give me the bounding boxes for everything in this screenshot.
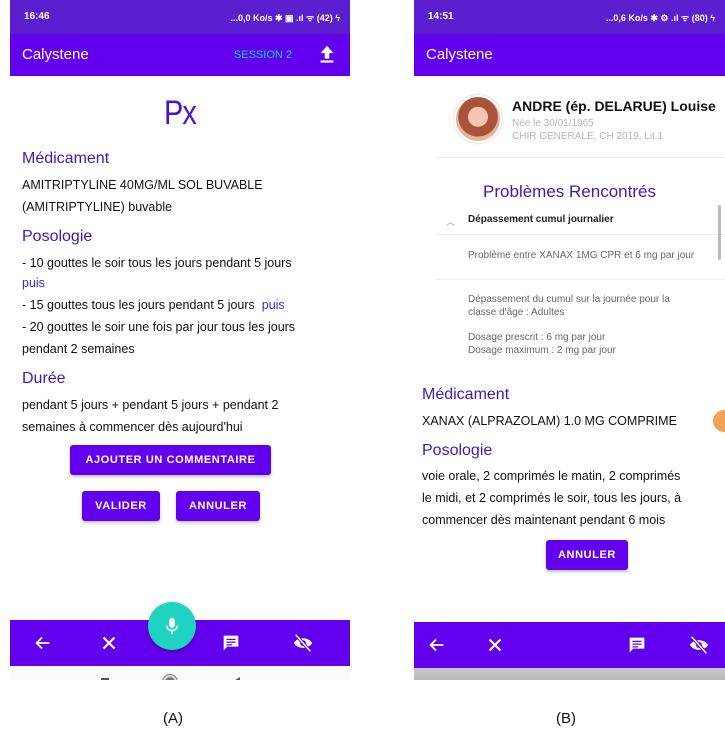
posologie-line-3: commencer dès maintenant pendant 6 mois (422, 513, 666, 527)
session-button[interactable]: SESSION 2 (234, 49, 292, 61)
duree-line-1: pendant 5 jours + pendant 5 jours + pend… (22, 398, 279, 412)
caption-b: (B) (556, 710, 576, 727)
back-arrow-icon[interactable] (32, 632, 54, 654)
status-time: 14:51 (428, 11, 454, 22)
patient-location: CHIR GENERALE, CH 2019, Lit 1 (512, 131, 664, 142)
caption-a: (A) (163, 710, 183, 727)
dose-maximum: Dosage maximum : 2 mg par jour (468, 345, 616, 356)
patient-name: ANDRE (ép. DELARUE) Louise (512, 98, 716, 114)
message-icon[interactable] (626, 634, 648, 656)
bottom-navigation (414, 622, 725, 668)
patient-birth: Née le 30/01/1965 (512, 118, 594, 129)
posologie-puis-1: puis (22, 276, 45, 290)
status-indicators: ...0,0 Ko/s ✱ ▣ .ıl ᯤ (42) ϟ (230, 13, 340, 23)
eye-off-icon[interactable] (292, 632, 314, 654)
divider (436, 279, 725, 280)
posologie-line-2-text: - 15 gouttes tous les jours pendant 5 jo… (22, 298, 255, 312)
validate-button[interactable]: VALIDER (82, 491, 160, 521)
page-title: Px (163, 94, 197, 132)
dose-prescribed: Dosage prescrit : 6 mg par jour (468, 332, 606, 343)
phone-b-screen: 14:51 ...0,6 Ko/s ✱ ⚙ .ıl ᯤ (80) ϟ Calys… (414, 0, 725, 680)
problem-card-header[interactable]: ︿ Dépassement cumul journalier (436, 205, 725, 235)
problem-description-1: Dépassement du cumul sur la journée pour… (468, 294, 670, 305)
add-comment-button[interactable]: AJOUTER UN COMMENTAIRE (70, 445, 271, 475)
problem-description-2: classe d'âge : Adultes (468, 307, 565, 318)
posologie-line-1: - 10 gouttes le soir tous les jours pend… (22, 256, 292, 270)
medicament-heading: Médicament (22, 150, 110, 167)
triangle-back-icon[interactable] (232, 677, 240, 680)
square-icon[interactable] (101, 678, 109, 680)
medicament-line-2: (AMITRIPTYLINE) buvable (22, 200, 173, 214)
status-bar: 16:46 ...0,0 Ko/s ✱ ▣ .ıl ᯤ (42) ϟ (10, 0, 350, 34)
medicament-heading: Médicament (422, 386, 510, 403)
phone-a-screen: 16:46 ...0,0 Ko/s ✱ ▣ .ıl ᯤ (42) ϟ Calys… (10, 0, 350, 680)
posologie-line-4: pendant 2 semaines (22, 342, 135, 356)
app-title: Calystene (22, 46, 89, 63)
chevron-up-icon: ︿ (446, 217, 456, 227)
cancel-button[interactable]: ANNULER (176, 491, 260, 521)
app-title: Calystene (426, 46, 493, 63)
microphone-icon (165, 617, 179, 635)
problem-detail: Problème entre XANAX 1MG CPR et 6 mg par… (468, 250, 695, 261)
status-indicators: ...0,6 Ko/s ✱ ⚙ .ıl ᯤ (80) ϟ (605, 13, 715, 23)
posologie-line-1: voie orale, 2 comprimés le matin, 2 comp… (422, 469, 681, 483)
message-icon[interactable] (220, 632, 242, 654)
circle-icon[interactable] (163, 675, 177, 680)
posologie-heading: Posologie (422, 442, 493, 459)
problem-section-label: Dépassement cumul journalier (468, 214, 614, 225)
status-bar: 14:51 ...0,6 Ko/s ✱ ⚙ .ıl ᯤ (80) ϟ (414, 0, 725, 34)
system-navigation (414, 668, 725, 680)
posologie-line-2: le midi, et 2 comprimés le soir, tous le… (422, 491, 682, 505)
problems-title: Problèmes Rencontrés (483, 182, 656, 201)
cancel-button[interactable]: ANNULER (546, 540, 628, 570)
microphone-fab[interactable] (148, 602, 196, 650)
posologie-line-2: - 15 gouttes tous les jours pendant 5 jo… (22, 294, 342, 316)
posologie-puis-2: puis (261, 298, 285, 312)
divider (436, 157, 725, 158)
medicament-line-1: AMITRIPTYLINE 40MG/ML SOL BUVABLE (22, 178, 263, 192)
back-arrow-icon[interactable] (426, 634, 448, 656)
medicament-line-1: XANAX (ALPRAZOLAM) 1.0 MG COMPRIME (422, 414, 677, 428)
posologie-heading: Posologie (22, 228, 93, 245)
patient-avatar (454, 95, 502, 143)
app-bar: Calystene SESSION 2 (10, 34, 350, 76)
close-icon[interactable] (98, 632, 120, 654)
close-icon[interactable] (484, 634, 506, 656)
scrollbar[interactable] (718, 205, 721, 260)
posologie-line-3: - 20 gouttes le soir une fois par jour t… (22, 320, 296, 334)
upload-icon[interactable] (316, 43, 338, 65)
duree-heading: Durée (22, 370, 66, 387)
system-navigation (10, 666, 350, 680)
app-bar: Calystene (414, 34, 725, 76)
eye-off-icon[interactable] (688, 634, 710, 656)
duree-line-2: semaines à commencer dès aujourd'hui (22, 420, 243, 434)
status-time: 16:46 (24, 11, 50, 22)
problem-card: ︿ Dépassement cumul journalier Problème … (436, 205, 725, 375)
